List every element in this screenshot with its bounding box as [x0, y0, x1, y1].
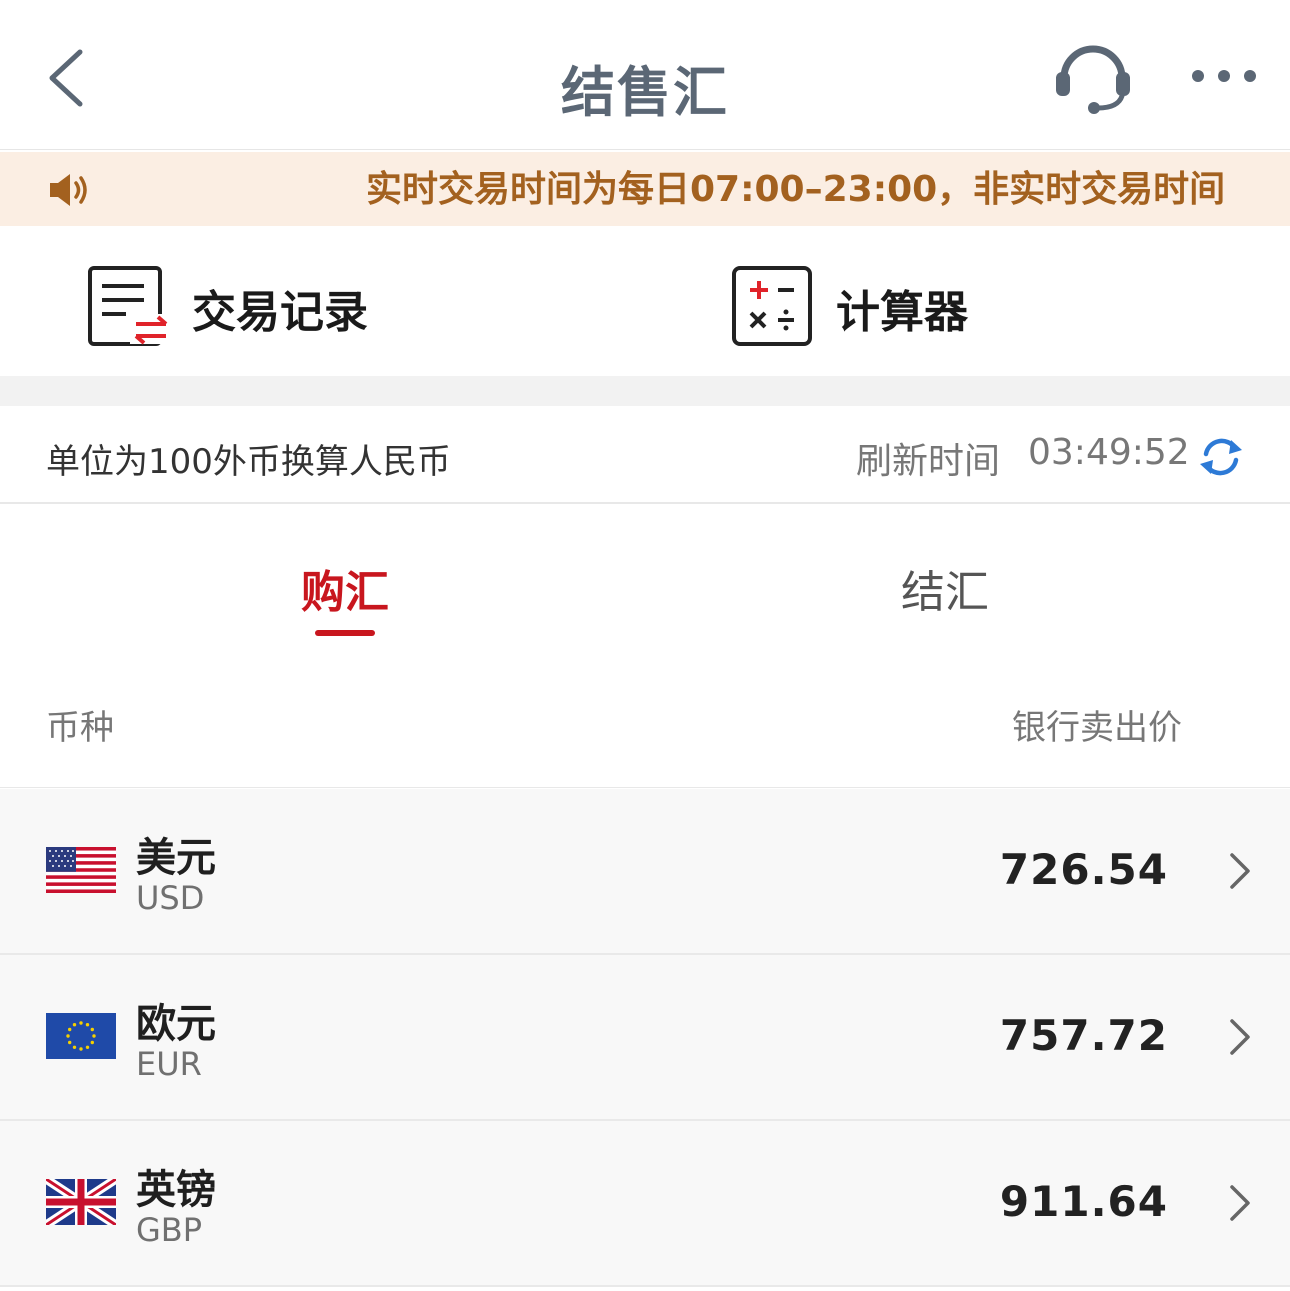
chevron-right-icon	[1230, 1185, 1250, 1221]
info-bar: 单位为100外币换算人民币 刷新时间 03:49:52	[0, 406, 1290, 504]
transaction-record-label: 交易记录	[192, 287, 368, 338]
currency-code: EUR	[136, 1045, 202, 1083]
currency-row-usd[interactable]: 美元 USD 726.54	[0, 789, 1290, 955]
speaker-icon	[50, 174, 87, 206]
bank-sell-price: 757.72	[999, 1011, 1168, 1060]
currency-name: 英镑	[136, 1167, 216, 1213]
chevron-right-icon	[1230, 853, 1250, 889]
refresh-time: 03:49:52	[1028, 432, 1190, 473]
transaction-record-icon	[88, 266, 170, 346]
uk-flag-icon	[46, 1179, 116, 1225]
bank-sell-price: 726.54	[999, 845, 1168, 894]
currency-row-eur[interactable]: 欧元 EUR 757.72	[0, 955, 1290, 1121]
currency-row-gbp[interactable]: 英镑 GBP 911.64	[0, 1121, 1290, 1287]
notice-banner[interactable]: 实时交易时间为每日07:00–23:00，非实时交易时间	[0, 152, 1290, 226]
currency-name: 欧元	[136, 1001, 216, 1047]
calculator-icon	[732, 266, 812, 346]
refresh-icon[interactable]	[1198, 436, 1244, 478]
active-tab-indicator	[315, 630, 375, 636]
more-dots-icon	[1192, 70, 1256, 82]
chevron-right-icon	[1230, 1019, 1250, 1055]
refresh-label: 刷新时间	[856, 441, 1001, 482]
nav-bar: 结售汇	[0, 0, 1290, 150]
more-button[interactable]	[1188, 56, 1260, 96]
calculator-button[interactable]: 计算器	[730, 264, 1030, 348]
tab-sell-forex[interactable]: 结汇	[795, 556, 1095, 620]
quick-actions: 交易记录 计算器	[0, 226, 1290, 376]
transaction-record-button[interactable]: 交易记录	[86, 264, 406, 348]
currency-code: USD	[136, 879, 205, 917]
section-divider	[0, 376, 1290, 406]
notice-text: 实时交易时间为每日07:00–23:00，非实时交易时间	[366, 169, 1226, 210]
customer-service-button[interactable]	[1052, 38, 1134, 116]
headset-icon	[1056, 45, 1130, 114]
table-header: 币种 银行卖出价	[0, 656, 1290, 788]
tab-bar: 购汇 结汇	[0, 506, 1290, 656]
currency-code: GBP	[136, 1211, 203, 1249]
calculator-label: 计算器	[836, 287, 968, 338]
currency-name: 美元	[136, 835, 216, 881]
tab-buy-forex[interactable]: 购汇	[195, 556, 495, 620]
unit-text: 单位为100外币换算人民币	[46, 442, 451, 482]
us-flag-icon	[46, 847, 116, 893]
bank-sell-price: 911.64	[999, 1177, 1168, 1226]
column-bank-sell-price: 银行卖出价	[1012, 708, 1182, 748]
eu-flag-icon	[46, 1013, 116, 1059]
column-currency: 币种	[46, 708, 114, 748]
